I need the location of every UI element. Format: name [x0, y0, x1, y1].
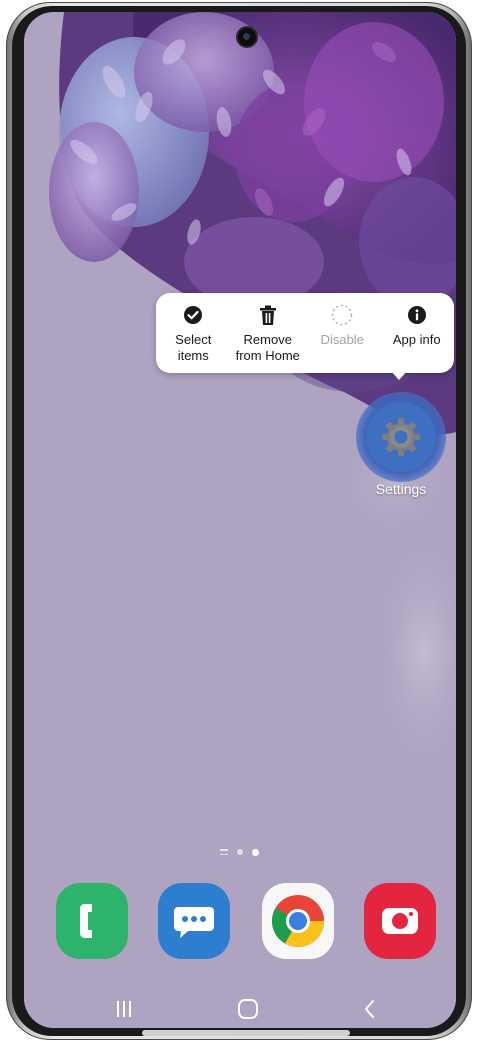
phone-app-icon[interactable] [56, 883, 128, 959]
recents-icon [117, 1001, 131, 1017]
menu-item-disable[interactable]: Disable [305, 293, 380, 373]
back-button[interactable] [350, 993, 390, 1025]
check-circle-icon [182, 304, 204, 326]
app-dock [56, 883, 436, 959]
context-menu-pointer [390, 370, 408, 380]
menu-item-remove-from-home[interactable]: Remove from Home [231, 293, 306, 373]
chrome-app-icon[interactable] [262, 883, 334, 959]
messages-icon [174, 907, 214, 938]
trash-icon [257, 304, 279, 326]
page-dot [237, 849, 243, 855]
gear-icon [366, 402, 436, 472]
chrome-icon [272, 895, 324, 947]
phone-device: Select items Remove from Home Disable Ap… [0, 0, 478, 1043]
camera-icon [382, 908, 418, 934]
page-dot-active [252, 848, 259, 856]
home-screen[interactable] [24, 12, 456, 1028]
menu-item-app-info[interactable]: App info [380, 293, 455, 373]
front-camera [238, 28, 256, 46]
messages-app-icon[interactable] [158, 883, 230, 959]
home-icon [238, 999, 258, 1019]
page-indicator-lines [220, 849, 228, 855]
recents-button[interactable] [104, 993, 144, 1025]
home-page-indicator[interactable] [220, 846, 280, 858]
phone-icon [80, 904, 92, 938]
app-label: Settings [375, 481, 427, 497]
menu-item-label: App info [392, 332, 441, 347]
camera-app-icon[interactable] [364, 883, 436, 959]
menu-item-label: Remove from Home [235, 332, 300, 363]
wallpaper [24, 12, 456, 1028]
menu-item-select-items[interactable]: Select items [156, 293, 231, 373]
navigation-bar [24, 985, 456, 1033]
info-icon [406, 304, 428, 326]
bottom-edge-bar [142, 1030, 350, 1036]
back-icon [365, 1000, 374, 1018]
menu-item-label: Select items [175, 332, 212, 363]
menu-item-label: Disable [320, 332, 364, 347]
app-context-menu: Select items Remove from Home Disable Ap… [156, 293, 454, 373]
settings-app-icon[interactable]: Settings [352, 392, 452, 502]
dashed-circle-icon [331, 304, 353, 326]
home-button[interactable] [228, 993, 268, 1025]
